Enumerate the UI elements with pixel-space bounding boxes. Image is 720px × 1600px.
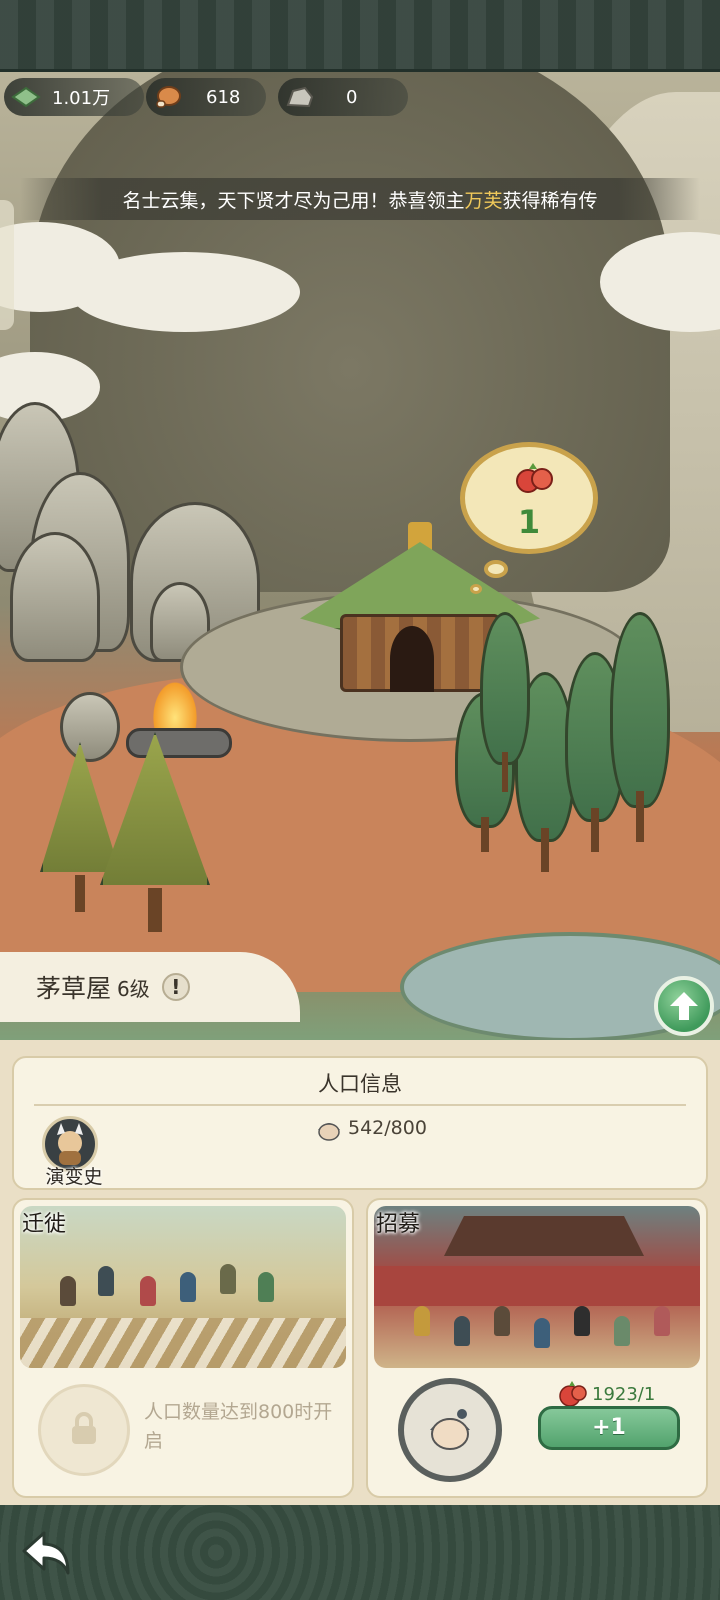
villager-figure — [414, 1306, 430, 1336]
villager-icon — [430, 1409, 470, 1450]
jade-icon — [10, 81, 42, 113]
bubble-tail — [470, 584, 482, 594]
villager-figure — [220, 1264, 236, 1294]
tree — [610, 612, 670, 842]
building-panel: 人口信息 演变史 542/800 迁徙 人口数量达到800时开启 招募 1923… — [0, 1040, 720, 1505]
rock — [10, 532, 100, 662]
broadcast-suffix: 获得稀有传 — [502, 189, 598, 212]
info-icon[interactable]: ! — [161, 973, 190, 1001]
campfire-icon — [150, 677, 200, 735]
building-label: 茅草屋 6级 ! — [0, 952, 300, 1022]
recruit-avatar[interactable] — [398, 1378, 502, 1482]
villager-figure — [454, 1316, 470, 1346]
top-pattern-band — [0, 0, 720, 72]
migrate-locked-button[interactable] — [38, 1384, 130, 1476]
villager-figure — [98, 1266, 114, 1296]
recruit-card: 招募 1923/1 +1 — [366, 1198, 708, 1498]
evolution-history-label: 演变史 — [45, 1166, 103, 1188]
villager-figure — [140, 1276, 156, 1306]
villager-figure — [574, 1306, 590, 1336]
resource-bar: 1.01万 618 0 — [0, 78, 720, 116]
resource-jade[interactable]: 1.01万 — [4, 78, 144, 116]
harvest-bubble[interactable]: 1 — [460, 442, 598, 554]
tree — [480, 612, 530, 792]
lock-icon — [72, 1412, 96, 1444]
building-name: 茅草屋 — [36, 974, 112, 1003]
tree — [100, 732, 210, 932]
population-count-value: 542/800 — [348, 1117, 427, 1139]
back-arrow-icon — [22, 1531, 70, 1575]
cloud — [70, 252, 300, 332]
evolution-history-button[interactable]: 演变史 — [34, 1116, 104, 1188]
fruit-icon — [559, 1381, 587, 1407]
villager-figure — [654, 1306, 670, 1336]
villager-figure — [494, 1306, 510, 1336]
bubble-count: 1 — [517, 503, 541, 541]
migrate-title: 迁徙 — [22, 1212, 67, 1237]
population-card: 人口信息 演变史 542/800 — [12, 1056, 708, 1190]
red-wall — [374, 1266, 700, 1306]
villager-figure — [60, 1276, 76, 1306]
resource-value: 0 — [346, 86, 358, 108]
villager-figure — [258, 1272, 274, 1302]
migrate-locked-text: 人口数量达到800时开启 — [144, 1401, 333, 1452]
meat-icon — [152, 81, 184, 113]
recruit-title: 招募 — [376, 1212, 421, 1237]
divider — [34, 1104, 686, 1106]
migrate-card: 迁徙 人口数量达到800时开启 — [12, 1198, 354, 1498]
bubble-tail — [484, 560, 508, 578]
reed-grass — [20, 1318, 346, 1368]
hut-door — [390, 626, 434, 692]
broadcast-banner: 名士云集，天下贤才尽为己用！恭喜领主 万芙 获得稀有传 — [20, 178, 700, 220]
recruit-plus-button[interactable]: +1 — [538, 1406, 680, 1450]
migrate-illustration — [20, 1206, 346, 1368]
arrow-up-icon — [670, 992, 698, 1020]
recruit-illustration — [374, 1206, 700, 1368]
fruit-icon — [516, 463, 553, 493]
stone-icon — [284, 81, 316, 113]
population-title: 人口信息 — [318, 1072, 402, 1096]
upgrade-button[interactable] — [654, 976, 714, 1036]
broadcast-prefix: 名士云集，天下贤才尽为己用！恭喜领主 — [122, 189, 465, 212]
villager-figure — [180, 1272, 196, 1302]
population-count: 542/800 — [314, 1114, 427, 1142]
building-level: 6级 — [117, 976, 150, 1001]
person-icon — [318, 1123, 340, 1141]
resource-meat[interactable]: 618 — [146, 78, 266, 116]
villager-figure — [534, 1318, 550, 1348]
hall-roof — [444, 1216, 644, 1256]
villager-figure — [614, 1316, 630, 1346]
recruit-cost-value: 1923/1 — [592, 1383, 656, 1405]
bottom-bar — [0, 1505, 720, 1600]
recruit-cost: 1923/1 — [558, 1380, 655, 1408]
resource-value: 1.01万 — [52, 88, 111, 109]
back-button[interactable] — [16, 1523, 78, 1585]
resource-stone[interactable]: 0 — [278, 78, 408, 116]
broadcast-player[interactable]: 万芙 — [464, 186, 502, 213]
resource-value: 618 — [206, 86, 241, 108]
side-drawer-handle[interactable] — [0, 200, 14, 330]
